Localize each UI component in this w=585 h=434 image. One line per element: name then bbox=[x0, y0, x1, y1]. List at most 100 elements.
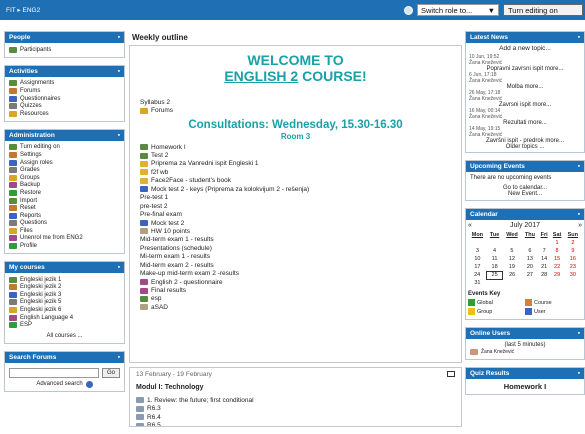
collapse-icon[interactable]: ▪ bbox=[578, 330, 580, 337]
activity-link-5[interactable]: Mock test 2 - keys (Priprema za kolokvij… bbox=[140, 185, 451, 193]
course-link-3[interactable]: Engleski jezik 5 bbox=[9, 299, 120, 307]
calendar-day[interactable]: 5 bbox=[502, 247, 521, 255]
prev-month-link[interactable]: « bbox=[468, 222, 472, 231]
forums-link[interactable]: Forums bbox=[140, 106, 451, 114]
admin-link-10[interactable]: Questions bbox=[9, 220, 120, 228]
activity-link-2[interactable]: Priprema za Vanredni ispit Engleski 1 bbox=[140, 160, 451, 168]
calendar-day[interactable]: 17 bbox=[468, 263, 487, 271]
calendar-day[interactable]: 1 bbox=[550, 239, 564, 247]
admin-link-3[interactable]: Grades bbox=[9, 166, 120, 174]
course-link-5[interactable]: English Language 4 bbox=[9, 314, 120, 322]
calendar-day[interactable]: 13 bbox=[522, 255, 539, 263]
collapse-icon[interactable]: ▪ bbox=[118, 132, 120, 139]
activity-link-10[interactable]: HW 10 points bbox=[140, 227, 451, 235]
calendar-day[interactable]: 27 bbox=[522, 271, 539, 279]
event-key-item[interactable]: Course bbox=[525, 299, 582, 306]
calendar-day[interactable]: 16 bbox=[564, 255, 581, 263]
admin-link-11[interactable]: Files bbox=[9, 227, 120, 235]
calendar-day[interactable]: 4 bbox=[487, 247, 503, 255]
collapse-icon[interactable]: ▪ bbox=[118, 34, 120, 41]
activity-link-16[interactable]: English 2 - questionnaire bbox=[140, 278, 451, 286]
activity-link-4[interactable]: Face2Face - student's book bbox=[140, 177, 451, 185]
next-month-link[interactable]: » bbox=[578, 222, 582, 231]
collapse-icon[interactable]: ▪ bbox=[578, 163, 580, 170]
switch-role-select[interactable]: Switch role to... ▼ bbox=[417, 4, 499, 16]
admin-link-6[interactable]: Restore bbox=[9, 189, 120, 197]
admin-link-4[interactable]: Groups bbox=[9, 174, 120, 182]
calendar-day[interactable]: 6 bbox=[522, 247, 539, 255]
calendar-day[interactable]: 31 bbox=[468, 279, 487, 287]
course-link-2[interactable]: Engleski jezik 3 bbox=[9, 291, 120, 299]
calendar-day[interactable]: 19 bbox=[502, 263, 521, 271]
collapse-icon[interactable]: ▪ bbox=[118, 264, 120, 271]
event-key-item[interactable]: Group bbox=[468, 308, 525, 315]
calendar-day[interactable]: 28 bbox=[538, 271, 550, 279]
help-icon[interactable] bbox=[85, 380, 93, 388]
activity-link-15[interactable]: Make-up mid-term exam 2 -results bbox=[140, 269, 451, 277]
course-link-0[interactable]: Engleski jezik 1 bbox=[9, 276, 120, 284]
week-link-0[interactable]: 1. Review: the future; first conditional bbox=[136, 396, 455, 404]
collapse-icon[interactable]: ▪ bbox=[118, 354, 120, 361]
course-link-4[interactable]: Engleski jezik 6 bbox=[9, 306, 120, 314]
calendar-day[interactable]: 15 bbox=[550, 255, 564, 263]
course-link-1[interactable]: Engleski jezik 2 bbox=[9, 283, 120, 291]
calendar-day[interactable]: 29 bbox=[550, 271, 564, 279]
calendar-day[interactable]: 8 bbox=[550, 247, 564, 255]
calendar-day[interactable]: 2 bbox=[564, 239, 581, 247]
activity-link-3[interactable]: f2f wb bbox=[140, 168, 451, 176]
calendar-day[interactable]: 21 bbox=[538, 263, 550, 271]
activity-link-11[interactable]: Mid-term exam 1 - results bbox=[140, 236, 451, 244]
activity-link-9[interactable]: Mock test 2 bbox=[140, 219, 451, 227]
breadcrumb[interactable]: FIT ▸ ENG2 bbox=[0, 6, 40, 14]
activity-link-12[interactable]: Presentations (schedule) bbox=[140, 244, 451, 252]
activity-link-1[interactable]: Test 2 bbox=[140, 151, 451, 159]
event-key-item[interactable]: User bbox=[525, 308, 582, 315]
activity-link-0[interactable]: Assignments bbox=[9, 80, 120, 88]
calendar-day[interactable]: 10 bbox=[468, 255, 487, 263]
calendar-day[interactable]: 7 bbox=[538, 247, 550, 255]
collapse-icon[interactable]: ▪ bbox=[578, 370, 580, 377]
calendar-day[interactable]: 3 bbox=[468, 247, 487, 255]
week-link-1[interactable]: R6.3 bbox=[136, 404, 455, 412]
calendar-day[interactable]: 9 bbox=[564, 247, 581, 255]
calendar-day[interactable]: 14 bbox=[538, 255, 550, 263]
admin-link-2[interactable]: Assign roles bbox=[9, 159, 120, 167]
activity-link-1[interactable]: Forums bbox=[9, 87, 120, 95]
calendar-day[interactable]: 12 bbox=[502, 255, 521, 263]
activity-link-4[interactable]: Resources bbox=[9, 110, 120, 118]
calendar-day[interactable]: 25 bbox=[486, 270, 503, 280]
week-link-2[interactable]: R6.4 bbox=[136, 413, 455, 421]
admin-link-5[interactable]: Backup bbox=[9, 182, 120, 190]
admin-link-1[interactable]: Settings bbox=[9, 151, 120, 159]
participants-link[interactable]: Participants bbox=[9, 46, 120, 54]
calendar-day[interactable]: 22 bbox=[550, 263, 564, 271]
admin-link-12[interactable]: Unenrol me from ENG2 bbox=[9, 235, 120, 243]
admin-link-8[interactable]: Reset bbox=[9, 204, 120, 212]
online-user[interactable]: Žana Knežević bbox=[470, 348, 580, 356]
course-link[interactable]: ENGLISH 2 bbox=[224, 68, 298, 84]
calendar-day[interactable]: 23 bbox=[564, 263, 581, 271]
collapse-icon[interactable]: ▪ bbox=[118, 68, 120, 75]
new-event-link[interactable]: New Event... bbox=[470, 191, 580, 197]
admin-link-13[interactable]: Profile bbox=[9, 242, 120, 250]
activity-link-2[interactable]: Questionnaires bbox=[9, 95, 120, 103]
admin-link-9[interactable]: Reports bbox=[9, 212, 120, 220]
week-link-3[interactable]: R6.5 bbox=[136, 421, 455, 426]
quiz-name[interactable]: Homework I bbox=[470, 382, 580, 391]
collapse-icon[interactable]: ▪ bbox=[578, 34, 580, 41]
activity-link-3[interactable]: Quizzes bbox=[9, 102, 120, 110]
calendar-day[interactable]: 30 bbox=[564, 271, 581, 279]
advanced-search-link[interactable]: Advanced search bbox=[9, 380, 120, 389]
activity-link-6[interactable]: Pre-test 1 bbox=[140, 194, 451, 202]
search-input[interactable] bbox=[9, 367, 99, 378]
calendar-day[interactable]: 26 bbox=[502, 271, 521, 279]
activity-link-14[interactable]: Mid-term exam 2 - results bbox=[140, 261, 451, 269]
activity-link-7[interactable]: pre-test 2 bbox=[140, 202, 451, 210]
show-only-week-icon[interactable] bbox=[447, 371, 455, 377]
activity-link-18[interactable]: esp bbox=[140, 295, 451, 303]
add-topic-link[interactable]: Add a new topic... bbox=[469, 45, 581, 52]
activity-link-19[interactable]: aSAD bbox=[140, 303, 451, 311]
event-key-item[interactable]: Global bbox=[468, 299, 525, 306]
turn-editing-on-button[interactable]: Turn editing on bbox=[503, 4, 583, 16]
activity-link-0[interactable]: Homework I bbox=[140, 143, 451, 151]
